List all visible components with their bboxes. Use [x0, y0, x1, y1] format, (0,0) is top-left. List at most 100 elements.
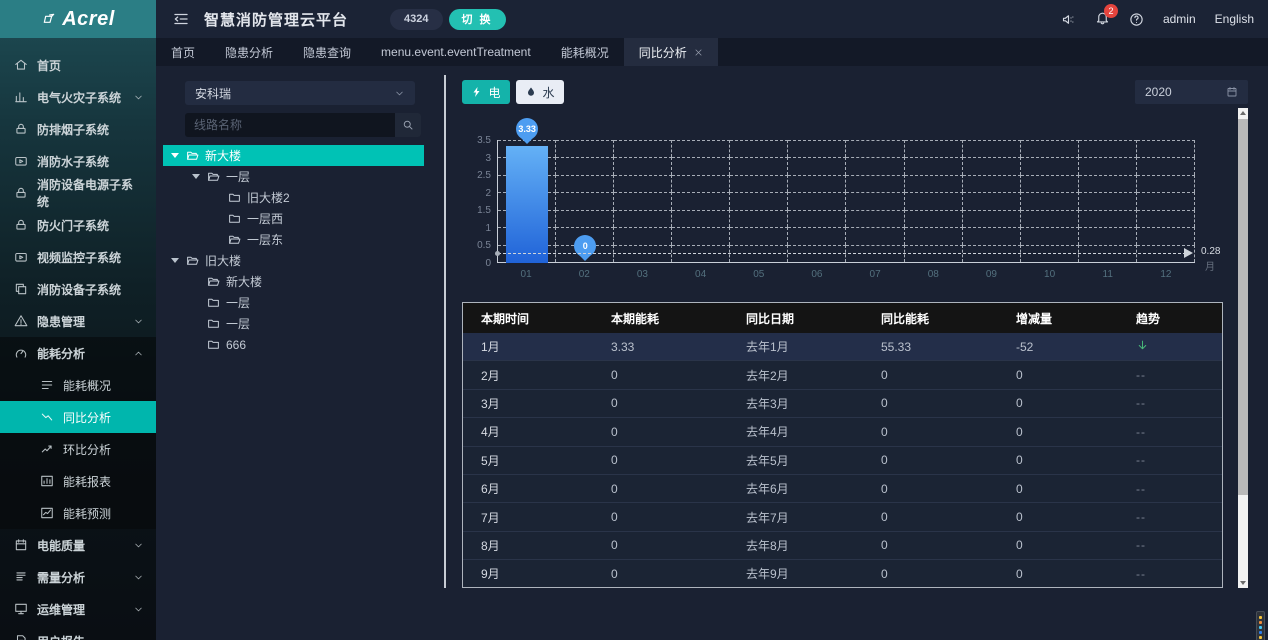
tree-node[interactable]: 旧大楼	[163, 250, 424, 271]
grid-cell	[905, 210, 963, 227]
folder-open-icon	[228, 233, 241, 246]
table-row[interactable]: 8月0去年8月00--	[463, 532, 1222, 560]
tree-node[interactable]: 一层	[163, 313, 424, 334]
table-row[interactable]: 7月0去年7月00--	[463, 503, 1222, 531]
grid-cell	[905, 175, 963, 192]
tree-node[interactable]: 666	[163, 334, 424, 355]
grid-cell	[788, 227, 846, 244]
sidebar-item[interactable]: 运维管理	[0, 593, 156, 625]
mute-icon[interactable]	[1061, 12, 1076, 27]
username[interactable]: admin	[1163, 12, 1196, 26]
sidebar-item[interactable]: 同比分析	[0, 401, 156, 433]
tab[interactable]: 同比分析	[624, 38, 718, 66]
tab[interactable]: 隐患分析	[210, 38, 288, 66]
tree-node-label: 新大楼	[226, 273, 262, 290]
table-cell: 0	[998, 538, 1118, 552]
table-row[interactable]: 1月3.33去年1月55.33-52	[463, 333, 1222, 361]
tree-node[interactable]: 一层东	[163, 229, 424, 250]
notification-count-badge: 2	[1104, 4, 1118, 18]
grid-cell	[788, 210, 846, 227]
folder-closed-icon	[228, 212, 241, 225]
table-header-cell: 趋势	[1118, 310, 1222, 327]
tab[interactable]: 隐患查询	[288, 38, 366, 66]
tree-node[interactable]: 一层	[163, 166, 424, 187]
tab[interactable]: 首页	[156, 38, 210, 66]
sidebar-item[interactable]: 防排烟子系统	[0, 113, 156, 145]
scrollbar-thumb[interactable]	[1238, 119, 1248, 495]
water-toggle-button[interactable]: 水	[516, 80, 564, 104]
search-button[interactable]	[395, 113, 421, 137]
table-row[interactable]: 5月0去年5月00--	[463, 447, 1222, 475]
sidebar-item[interactable]: 能耗概况	[0, 369, 156, 401]
caret-down-icon[interactable]	[192, 174, 200, 179]
tree-node[interactable]: 旧大楼2	[163, 187, 424, 208]
water-label: 水	[542, 84, 554, 101]
year-picker[interactable]: 2020	[1135, 80, 1248, 104]
language-switch[interactable]: English	[1215, 12, 1254, 26]
sidebar-item[interactable]: 用户报告	[0, 625, 156, 640]
grid-cell	[846, 227, 904, 244]
sidebar-item[interactable]: 消防设备子系统	[0, 273, 156, 305]
grid-cell	[614, 175, 672, 192]
sidebar-item[interactable]: 电能质量	[0, 529, 156, 561]
help-icon[interactable]	[1129, 12, 1144, 27]
table-row[interactable]: 3月0去年3月00--	[463, 390, 1222, 418]
electric-toggle-button[interactable]: 电	[462, 80, 510, 104]
org-select[interactable]: 安科瑞	[185, 81, 415, 105]
search-input[interactable]	[185, 113, 395, 137]
tree-node[interactable]: 一层西	[163, 208, 424, 229]
tree-node[interactable]: 新大楼	[163, 271, 424, 292]
table-row[interactable]: 9月0去年9月00--	[463, 560, 1222, 588]
tree-node[interactable]: 一层	[163, 292, 424, 313]
y-tick-label: 3	[457, 153, 491, 164]
sidebar-item[interactable]: 视频监控子系统	[0, 241, 156, 273]
tree-node[interactable]: 新大楼	[163, 145, 424, 166]
sidebar-item[interactable]: 防火门子系统	[0, 209, 156, 241]
table-cell: 6月	[463, 480, 593, 497]
sidebar-item[interactable]: 能耗预测	[0, 497, 156, 529]
caret-down-icon[interactable]	[171, 258, 179, 263]
table-row[interactable]: 6月0去年6月00--	[463, 475, 1222, 503]
scroll-down-arrow[interactable]	[1238, 578, 1248, 588]
lock-icon	[14, 218, 28, 232]
copy-icon	[14, 282, 28, 296]
sidebar-item-label: 能耗报表	[63, 473, 111, 490]
sidebar-item[interactable]: 消防设备电源子系统	[0, 177, 156, 209]
tab[interactable]: menu.event.eventTreatment	[366, 38, 546, 66]
folder-closed-icon	[228, 191, 241, 204]
sidebar-item[interactable]: 需量分析	[0, 561, 156, 593]
sidebar-item[interactable]: 首页	[0, 49, 156, 81]
collapse-menu-icon[interactable]	[172, 10, 190, 28]
x-tick-label: 04	[681, 269, 721, 280]
line-tree: 新大楼一层旧大楼2一层西一层东旧大楼新大楼一层一层666	[156, 145, 444, 355]
sidebar-item[interactable]: 电气火灾子系统	[0, 81, 156, 113]
sidebar-item[interactable]: 消防水子系统	[0, 145, 156, 177]
chevron-down-icon	[133, 92, 144, 103]
caret-down-icon[interactable]	[171, 153, 179, 158]
x-tick-label: 11	[1088, 269, 1128, 280]
sidebar-item[interactable]: 能耗分析	[0, 337, 156, 369]
grid-cell	[672, 227, 730, 244]
notifications[interactable]: 2	[1095, 10, 1110, 28]
sidebar-item[interactable]: 隐患管理	[0, 305, 156, 337]
vertical-scrollbar[interactable]	[1238, 108, 1248, 588]
tab-label: 首页	[171, 44, 195, 61]
close-icon[interactable]	[694, 48, 703, 57]
grid-cell	[556, 175, 614, 192]
y-tick-label: 2	[457, 188, 491, 199]
table-row[interactable]: 2月0去年2月00--	[463, 361, 1222, 389]
year-on-year-bar-chart: 3.330	[497, 140, 1195, 263]
table-row[interactable]: 4月0去年4月00--	[463, 418, 1222, 446]
table-cell: 0	[998, 425, 1118, 439]
sidebar-item[interactable]: 能耗报表	[0, 465, 156, 497]
grid-cell	[1079, 157, 1137, 174]
grid-cell	[846, 210, 904, 227]
data-pin: 3.33	[516, 118, 538, 140]
switch-button[interactable]: 切 换	[449, 9, 506, 30]
sidebar-item[interactable]: 环比分析	[0, 433, 156, 465]
sidebar-item-label: 能耗分析	[37, 345, 85, 362]
grid-cell	[846, 157, 904, 174]
tab[interactable]: 能耗概况	[546, 38, 624, 66]
header: 智慧消防管理云平台 4324 切 换 2 admin English	[156, 0, 1268, 38]
scroll-up-arrow[interactable]	[1238, 108, 1248, 118]
